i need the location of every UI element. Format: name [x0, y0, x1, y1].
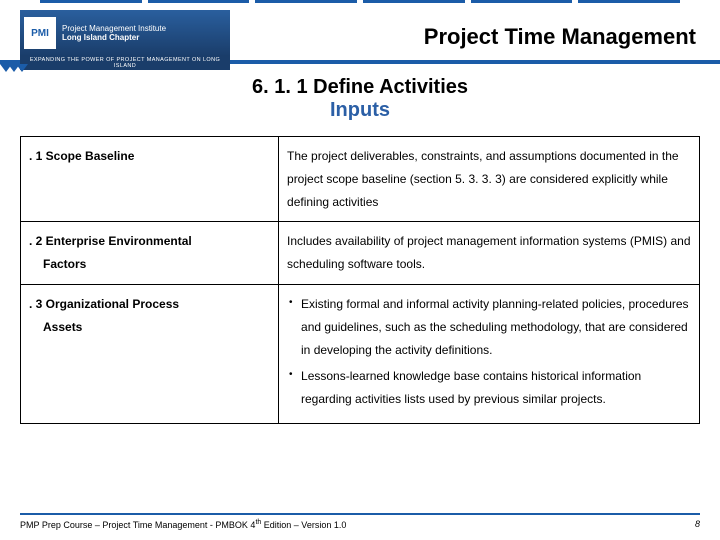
input-desc: The project deliverables, constraints, a…	[279, 137, 700, 222]
table-row: . 2 Enterprise Environmental Factors Inc…	[21, 222, 700, 285]
input-desc: Includes availability of project managem…	[279, 222, 700, 285]
logo-line1: Project Management Institute	[62, 24, 166, 33]
section-subtitle: Inputs	[20, 99, 700, 122]
page-number: 8	[695, 519, 700, 530]
slide: PMI Project Management Institute Long Is…	[0, 0, 720, 540]
pmi-logo: PMI Project Management Institute Long Is…	[20, 10, 230, 56]
label-text: . 3 Organizational Process	[29, 297, 179, 311]
slide-header: PMI Project Management Institute Long Is…	[0, 0, 720, 64]
label-text-2: Factors	[29, 253, 270, 276]
label-text: . 2 Enterprise Environmental	[29, 234, 192, 248]
label-text-2: Assets	[29, 316, 270, 339]
slide-footer: PMP Prep Course – Project Time Managemen…	[20, 513, 700, 530]
bullet-list: Existing formal and informal activity pl…	[287, 293, 691, 411]
input-label: . 2 Enterprise Environmental Factors	[21, 222, 279, 285]
pmi-logo-icon: PMI	[24, 17, 56, 49]
header-triangles	[0, 64, 24, 72]
inputs-table: . 1 Scope Baseline The project deliverab…	[20, 136, 700, 424]
list-item: Lessons-learned knowledge base contains …	[287, 365, 691, 411]
page-title: Project Time Management	[424, 24, 696, 50]
table-row: . 1 Scope Baseline The project deliverab…	[21, 137, 700, 222]
footer-text: PMP Prep Course – Project Time Managemen…	[20, 519, 346, 530]
label-text: . 1 Scope Baseline	[29, 149, 134, 163]
input-label: . 1 Scope Baseline	[21, 137, 279, 222]
list-item: Existing formal and informal activity pl…	[287, 293, 691, 361]
logo-tagline: EXPANDING THE POWER OF PROJECT MANAGEMEN…	[20, 56, 230, 70]
logo-line2: Long Island Chapter	[62, 33, 166, 42]
section-title: 6. 1. 1 Define Activities	[20, 76, 700, 99]
table-row: . 3 Organizational Process Assets Existi…	[21, 284, 700, 423]
content-area: 6. 1. 1 Define Activities Inputs . 1 Sco…	[0, 64, 720, 424]
header-decor-bars	[0, 0, 720, 6]
input-label: . 3 Organizational Process Assets	[21, 284, 279, 423]
input-desc: Existing formal and informal activity pl…	[279, 284, 700, 423]
